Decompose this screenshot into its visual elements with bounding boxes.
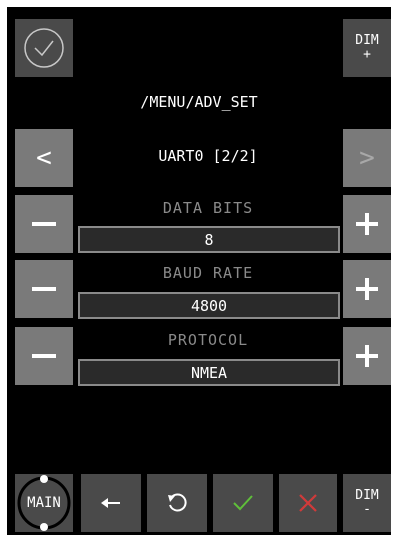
data-bits-decrement-button[interactable]	[15, 195, 73, 253]
minus-icon	[32, 287, 56, 291]
plus-icon	[356, 213, 378, 235]
dim-minus-sign: -	[363, 502, 371, 517]
dim-plus-sign: +	[363, 47, 371, 62]
prev-page-button[interactable]: <	[15, 129, 73, 187]
main-button[interactable]: MAIN	[15, 474, 73, 532]
baud-rate-label: BAUD RATE	[162, 264, 254, 282]
baud-rate-value: 4800	[78, 292, 340, 319]
data-bits-label: DATA BITS	[162, 199, 254, 217]
confirm-circle-button[interactable]	[15, 19, 73, 77]
accept-button[interactable]	[213, 474, 273, 532]
dim-minus-button[interactable]: DIM -	[343, 474, 391, 532]
protocol-increment-button[interactable]	[343, 327, 391, 385]
baud-rate-decrement-button[interactable]	[15, 260, 73, 318]
check-icon	[232, 494, 254, 512]
cancel-button[interactable]	[279, 474, 337, 532]
page-title: UART0 [2/2]	[158, 147, 258, 165]
chevron-left-icon: <	[36, 143, 52, 173]
baud-rate-increment-button[interactable]	[343, 260, 391, 318]
main-label: MAIN	[27, 495, 61, 511]
back-button[interactable]	[81, 474, 141, 532]
next-page-button[interactable]: >	[343, 129, 391, 187]
minus-icon	[32, 354, 56, 358]
protocol-decrement-button[interactable]	[15, 327, 73, 385]
data-bits-value: 8	[78, 226, 340, 253]
data-bits-increment-button[interactable]	[343, 195, 391, 253]
reset-button[interactable]	[147, 474, 207, 532]
minus-icon	[32, 222, 56, 226]
menu-path: /MENU/ADV_SET	[140, 93, 258, 111]
arrow-left-icon	[100, 495, 122, 511]
dim-minus-label: DIM	[355, 488, 379, 503]
chevron-right-icon: >	[359, 143, 375, 173]
device-screen: DIM + /MENU/ADV_SET < UART0 [2/2] > DATA…	[7, 7, 391, 535]
x-icon	[298, 493, 318, 513]
refresh-icon	[166, 492, 188, 514]
protocol-value: NMEA	[78, 359, 340, 386]
check-circle-icon	[21, 25, 67, 71]
dim-plus-button[interactable]: DIM +	[343, 19, 391, 77]
plus-icon	[356, 278, 378, 300]
plus-icon	[356, 345, 378, 367]
dim-plus-label: DIM	[355, 33, 379, 48]
protocol-label: PROTOCOL	[167, 331, 249, 349]
